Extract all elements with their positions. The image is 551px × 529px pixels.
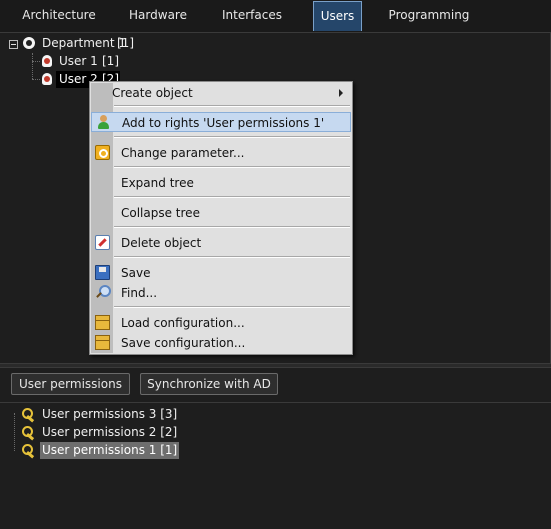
menu-item-label: Change parameter... [121,146,245,160]
menu-separator [114,306,350,308]
collapse-icon[interactable] [9,40,18,49]
menu-item-label: Find... [121,286,158,300]
tree-guide-line [32,61,40,62]
menu-item-label: Delete object [121,236,202,250]
user-add-icon [96,115,111,130]
tree-guide-line [14,413,15,451]
menu-item-change-parameter[interactable]: Change parameter... [91,143,351,163]
box-icon [95,315,110,330]
menu-separator [114,226,350,228]
tree-guide-line [32,79,40,80]
menu-separator [114,105,350,107]
tab-architecture[interactable]: Architecture [16,1,102,31]
tree-guide-line [32,53,33,79]
tab-users[interactable]: Users [313,1,362,31]
menu-item-collapse-tree[interactable]: Collapse tree [91,203,351,223]
menu-item-label: Add to rights 'User permissions 1' [122,116,325,130]
menu-separator [114,166,350,168]
menu-item-create-object[interactable]: Create object [91,83,351,103]
menu-item-save-configuration[interactable]: Save configuration... [91,333,351,353]
parameter-icon [95,145,110,160]
department-count: [1] [117,36,134,50]
department-label: Department 1 [42,36,127,50]
permission-label: User permissions 2 [2] [42,425,178,439]
user-permissions-button[interactable]: User permissions [11,373,130,395]
key-icon [22,444,36,458]
box-icon [95,335,110,350]
permission-label: User permissions 1 [1] [40,442,180,459]
user-icon [40,54,54,68]
find-icon [95,285,111,300]
tab-interfaces[interactable]: Interfaces [216,1,288,31]
tree-item-user-1[interactable]: User 1 [1] [40,53,120,70]
permissions-list-panel: User permissions 3 [3] User permissions … [0,402,551,529]
key-icon [22,408,36,422]
user-count: [1] [102,54,119,68]
menu-item-find[interactable]: Find... [91,283,351,303]
menu-item-label: Save configuration... [121,336,246,350]
menu-item-load-configuration[interactable]: Load configuration... [91,313,351,333]
panel-splitter[interactable] [0,363,551,368]
department-icon [22,36,36,50]
menu-separator [114,256,350,258]
menu-item-delete-object[interactable]: Delete object [91,233,351,253]
menu-item-expand-tree[interactable]: Expand tree [91,173,351,193]
user-label: User 1 [59,54,98,68]
tab-bar: Architecture Hardware Interfaces Users P… [0,0,551,33]
menu-item-label: Load configuration... [121,316,245,330]
menu-item-label: Save [121,266,151,280]
menu-separator [114,136,350,138]
key-icon [22,426,36,440]
synchronize-with-ad-button[interactable]: Synchronize with AD [140,373,278,395]
save-icon [95,265,110,280]
context-menu: Create object Add to rights 'User permis… [89,81,353,355]
permission-label: User permissions 3 [3] [42,407,178,421]
delete-icon [95,235,110,250]
menu-separator [114,196,350,198]
menu-item-add-to-rights[interactable]: Add to rights 'User permissions 1' [91,112,351,132]
menu-item-label: Collapse tree [121,206,200,220]
user-icon [40,72,54,86]
menu-item-label: Create object [112,86,193,100]
tab-hardware[interactable]: Hardware [122,1,194,31]
menu-item-save[interactable]: Save [91,263,351,283]
tab-programming[interactable]: Programming [386,1,472,31]
submenu-arrow-icon [339,89,343,97]
menu-item-label: Expand tree [121,176,194,190]
